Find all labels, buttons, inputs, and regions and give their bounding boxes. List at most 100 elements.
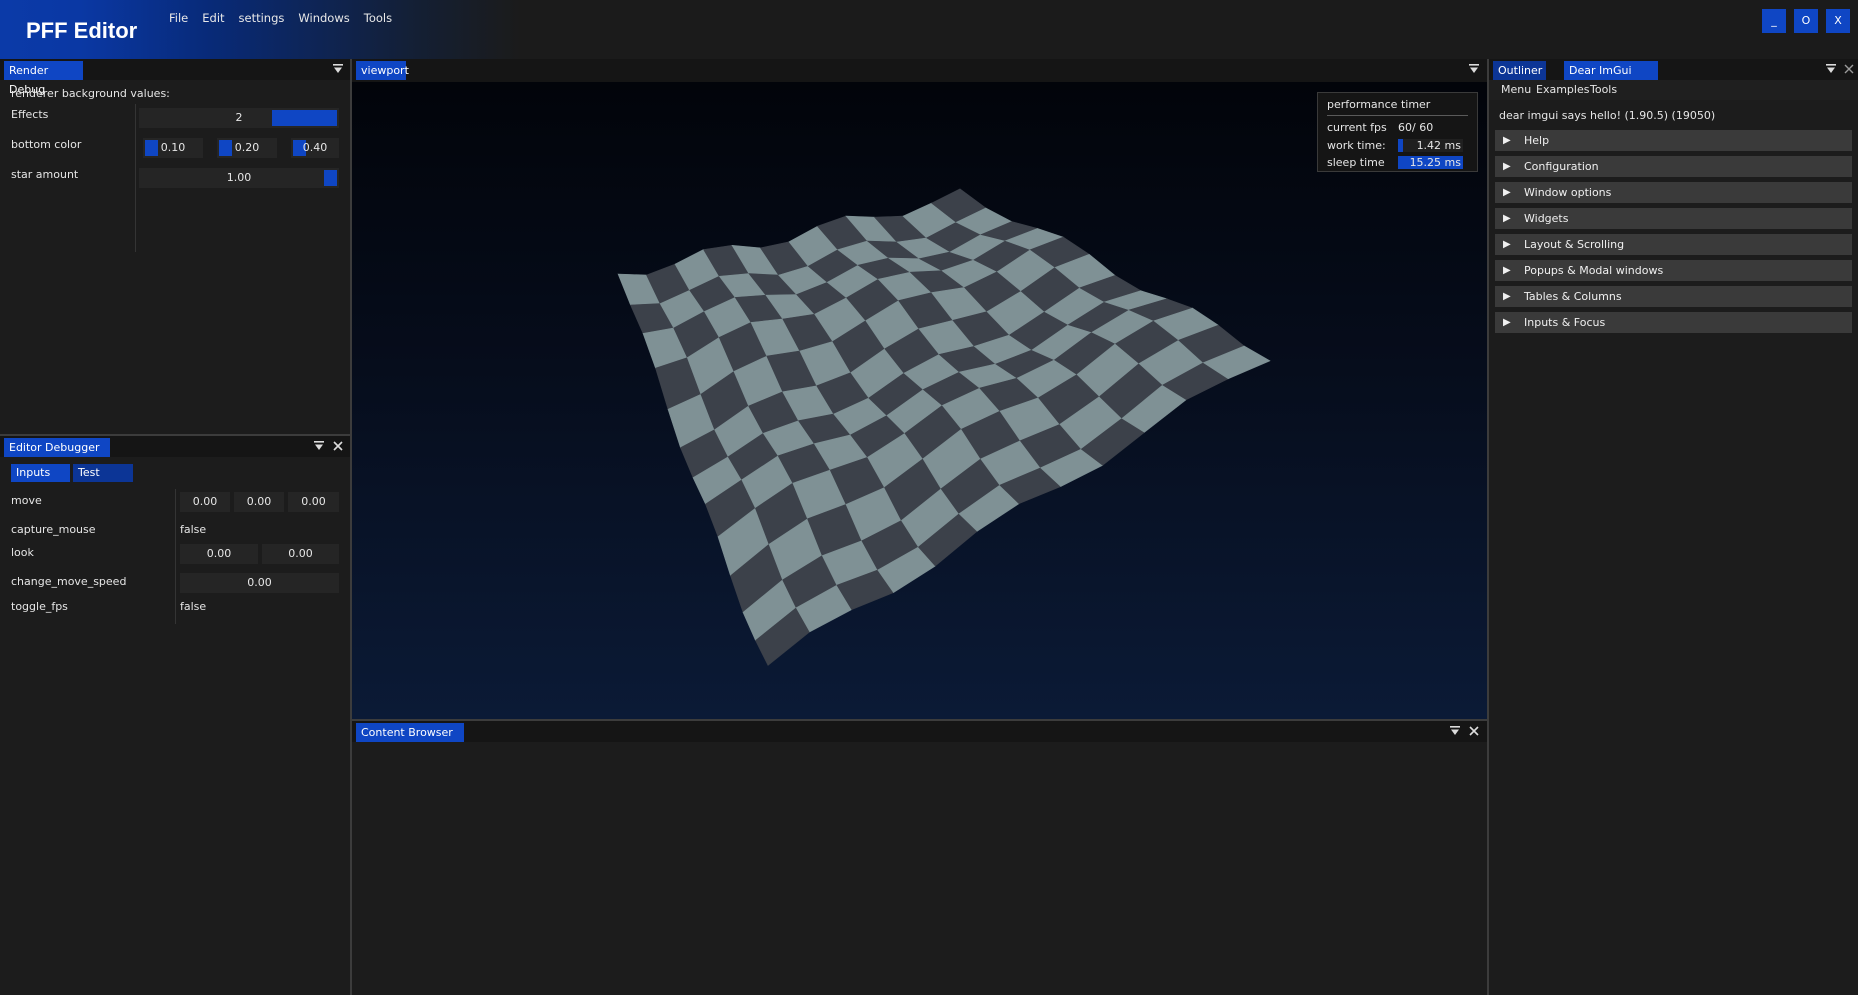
perf-separator — [1327, 115, 1468, 116]
menu-tools[interactable]: Tools — [357, 11, 399, 25]
move-y-field[interactable]: 0.00 — [234, 492, 284, 512]
expand-triangle-icon: ▶ — [1503, 213, 1511, 224]
expand-triangle-icon: ▶ — [1503, 291, 1511, 302]
expand-triangle-icon: ▶ — [1503, 161, 1511, 172]
maximize-button[interactable]: O — [1794, 9, 1818, 33]
bottom-color-b-slider[interactable]: 0.40 — [291, 138, 339, 158]
editor-debugger-panel: Editor Debugger Inputs Test move 0.00 0.… — [0, 436, 350, 995]
imgui-hello-text: dear imgui says hello! (1.90.5) (19050) — [1499, 109, 1716, 122]
look-label: look — [11, 546, 34, 559]
change-move-speed-field[interactable]: 0.00 — [180, 573, 339, 593]
render-background-heading: renderer background values: — [11, 87, 170, 100]
slider-grab[interactable] — [324, 170, 337, 186]
section-popups-modal[interactable]: ▶ Popups & Modal windows — [1495, 260, 1852, 281]
look-y-field[interactable]: 0.00 — [262, 544, 339, 564]
demo-menu-examples[interactable]: Examples — [1536, 83, 1589, 96]
demo-menu-menu[interactable]: Menu — [1501, 83, 1531, 96]
menu-edit[interactable]: Edit — [195, 11, 231, 25]
editor-debugger-header: Editor Debugger — [0, 436, 350, 457]
section-help[interactable]: ▶ Help — [1495, 130, 1852, 151]
title-bar: PFF Editor File Edit settings Windows To… — [0, 0, 1858, 59]
fps-value: 60/ 60 — [1398, 121, 1434, 134]
section-configuration[interactable]: ▶ Configuration — [1495, 156, 1852, 177]
panel-options-icon[interactable] — [313, 440, 325, 452]
tab-render-debug[interactable]: Render Debug — [4, 61, 83, 96]
right-panel-header: Outliner Dear ImGui Demo — [1489, 59, 1858, 96]
close-panel-icon[interactable] — [332, 440, 344, 452]
subtab-inputs[interactable]: Inputs — [11, 464, 70, 482]
expand-triangle-icon: ▶ — [1503, 265, 1511, 276]
demo-menu-bar: Menu Examples Tools — [1489, 80, 1858, 100]
panel-splitter[interactable] — [0, 434, 350, 436]
expand-triangle-icon: ▶ — [1503, 187, 1511, 198]
close-window-button[interactable]: X — [1826, 9, 1850, 33]
move-z-field[interactable]: 0.00 — [288, 492, 339, 512]
sleep-time-bar: 15.25 ms — [1398, 156, 1463, 169]
panel-options-icon[interactable] — [1468, 63, 1480, 75]
render-debug-panel: Render Debug renderer background values:… — [0, 59, 350, 436]
perf-title: performance timer — [1327, 98, 1431, 111]
menu-file[interactable]: File — [162, 11, 195, 25]
tab-outliner[interactable]: Outliner — [1493, 61, 1546, 80]
effects-slider[interactable]: 2 — [139, 108, 339, 128]
toggle-fps-value: false — [180, 600, 207, 613]
tab-editor-debugger[interactable]: Editor Debugger — [4, 438, 110, 457]
menu-windows[interactable]: Windows — [291, 11, 356, 25]
tab-dear-imgui-demo[interactable]: Dear ImGui Demo — [1564, 61, 1658, 96]
star-amount-slider[interactable]: 1.00 — [139, 168, 339, 188]
panel-splitter[interactable] — [352, 719, 1487, 721]
main-menu-bar: File Edit settings Windows Tools — [162, 11, 399, 25]
tab-content-browser[interactable]: Content Browser — [356, 723, 464, 742]
demo-menu-tools[interactable]: Tools — [1590, 83, 1617, 96]
close-panel-icon[interactable] — [1468, 725, 1480, 737]
viewport-canvas[interactable]: performance timer current fps 60/ 60 wor… — [352, 82, 1487, 719]
section-tables-columns[interactable]: ▶ Tables & Columns — [1495, 286, 1852, 307]
panel-options-icon[interactable] — [332, 63, 344, 75]
slider-grab[interactable] — [145, 140, 158, 156]
expand-triangle-icon: ▶ — [1503, 135, 1511, 146]
section-window-options[interactable]: ▶ Window options — [1495, 182, 1852, 203]
panel-options-icon[interactable] — [1449, 725, 1461, 737]
content-browser-header: Content Browser — [352, 721, 1487, 742]
content-browser-panel: Content Browser — [352, 721, 1487, 995]
expand-triangle-icon: ▶ — [1503, 239, 1511, 250]
performance-timer-overlay: performance timer current fps 60/ 60 wor… — [1317, 92, 1478, 172]
move-label: move — [11, 494, 42, 507]
section-widgets[interactable]: ▶ Widgets — [1495, 208, 1852, 229]
column-divider — [135, 104, 136, 252]
subtab-test[interactable]: Test — [73, 464, 133, 482]
capture-mouse-label: capture_mouse — [11, 523, 96, 536]
work-time-label: work time: — [1327, 139, 1386, 152]
minimize-button[interactable]: _ — [1762, 9, 1786, 33]
effects-label: Effects — [11, 108, 49, 121]
toggle-fps-label: toggle_fps — [11, 600, 68, 613]
look-x-field[interactable]: 0.00 — [180, 544, 258, 564]
tab-viewport[interactable]: viewport — [356, 61, 409, 80]
panel-options-icon[interactable] — [1825, 63, 1837, 75]
menu-settings[interactable]: settings — [232, 11, 292, 25]
work-time-bar: 1.42 ms — [1398, 139, 1463, 152]
fps-label: current fps — [1327, 121, 1387, 134]
bottom-color-g-slider[interactable]: 0.20 — [217, 138, 277, 158]
section-inputs-focus[interactable]: ▶ Inputs & Focus — [1495, 312, 1852, 333]
bottom-color-label: bottom color — [11, 138, 82, 151]
column-divider — [175, 489, 176, 624]
section-layout-scrolling[interactable]: ▶ Layout & Scrolling — [1495, 234, 1852, 255]
work-time-bar-fill — [1398, 139, 1404, 152]
capture-mouse-value: false — [180, 523, 207, 536]
close-panel-icon[interactable] — [1843, 63, 1855, 75]
effects-slider-grab[interactable] — [272, 110, 337, 126]
viewport-header: viewport — [352, 59, 1487, 80]
change-move-speed-label: change_move_speed — [11, 575, 127, 588]
expand-triangle-icon: ▶ — [1503, 317, 1511, 328]
star-amount-label: star amount — [11, 168, 79, 181]
panel-splitter[interactable] — [1487, 59, 1489, 995]
sleep-time-label: sleep time — [1327, 156, 1385, 169]
slider-grab[interactable] — [219, 140, 232, 156]
bottom-color-r-slider[interactable]: 0.10 — [143, 138, 203, 158]
app-title: PFF Editor — [26, 18, 138, 43]
checkerboard-mesh — [617, 188, 1271, 666]
move-x-field[interactable]: 0.00 — [180, 492, 230, 512]
render-debug-header: Render Debug — [0, 59, 350, 96]
panel-splitter[interactable] — [350, 59, 352, 995]
